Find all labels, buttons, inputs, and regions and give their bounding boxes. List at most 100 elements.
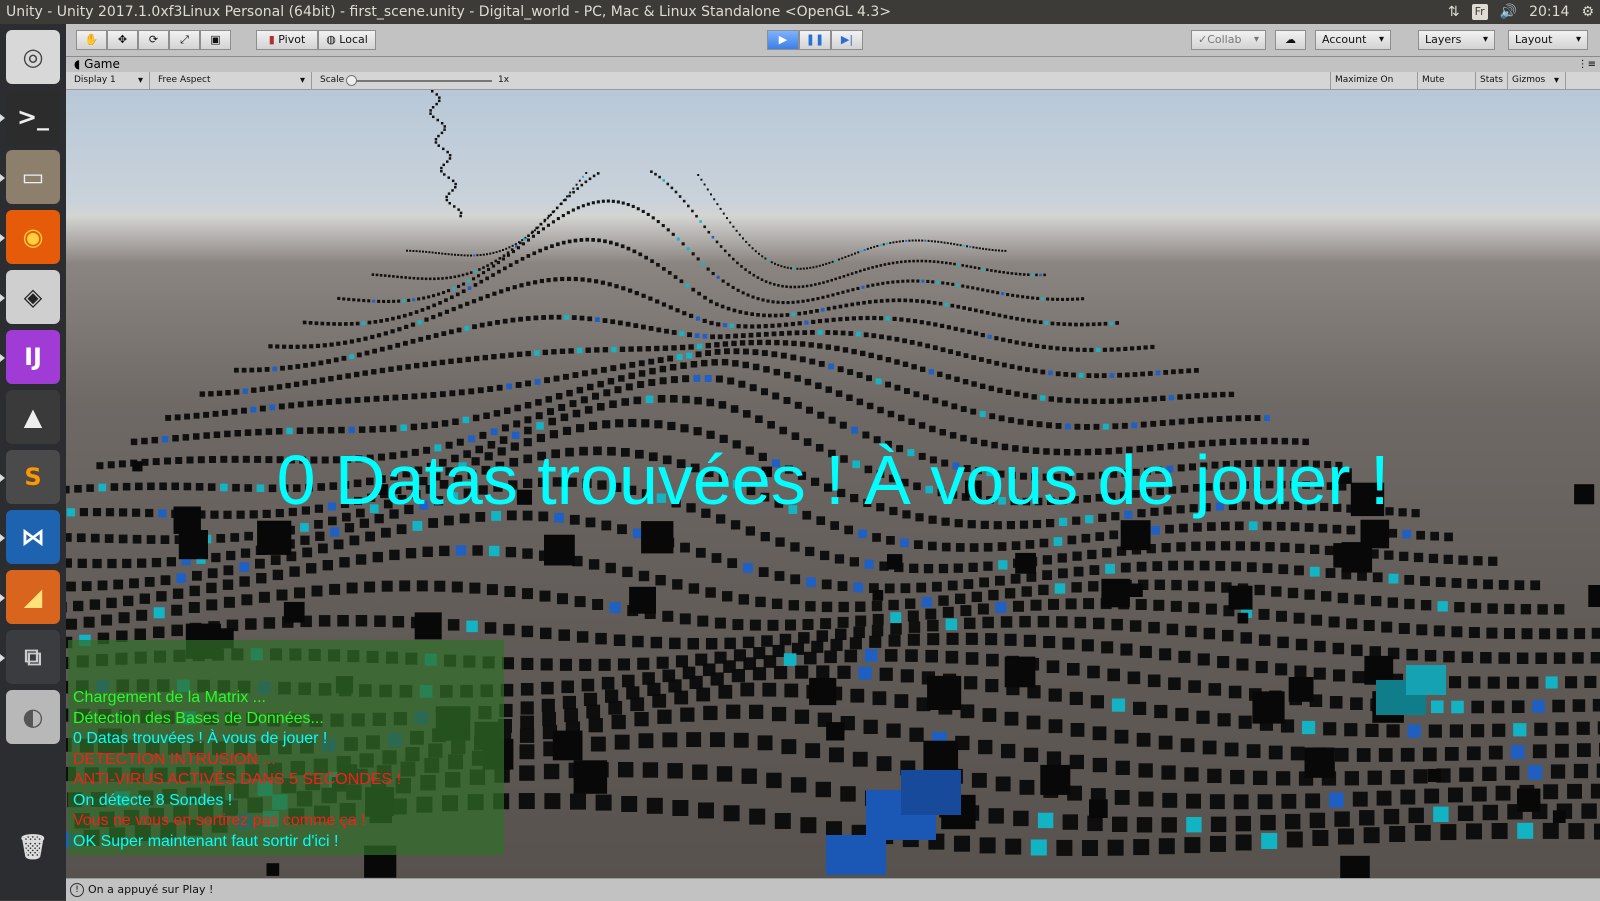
layers-dropdown[interactable]: Layers xyxy=(1418,30,1495,50)
mute-audio-toggle[interactable]: Mute Audio xyxy=(1418,72,1476,102)
display-dropdown[interactable]: Display 1 xyxy=(70,72,150,89)
status-message[interactable]: On a appuyé sur Play ! xyxy=(88,883,213,896)
local-label: Local xyxy=(339,33,368,46)
game-controller-icon: ◖ xyxy=(74,57,81,71)
pause-icon: ❚❚ xyxy=(805,33,825,46)
step-button[interactable]: ▶| xyxy=(831,30,863,50)
files-icon[interactable]: ▭ xyxy=(0,150,60,204)
move-icon: ✥ xyxy=(117,33,128,46)
local-icon: ◍ xyxy=(326,33,340,46)
inkscape-icon-glyph: ▲ xyxy=(23,403,43,431)
step-icon: ▶| xyxy=(840,33,854,46)
console-line: On détecte 8 Sondes ! xyxy=(73,791,233,809)
game-viewport[interactable]: 0 Datas trouvées ! À vous de jouer ! Cha… xyxy=(66,90,1600,878)
running-indicator xyxy=(0,354,5,362)
matlab-icon[interactable]: ◢ xyxy=(0,570,60,624)
clock[interactable]: 20:14 xyxy=(1529,0,1569,24)
running-indicator xyxy=(0,534,5,542)
rect-tool-button[interactable]: ▣ xyxy=(200,30,231,50)
scale-label: Scale xyxy=(320,75,345,85)
move-tool-button[interactable]: ✥ xyxy=(107,30,138,50)
terminal-icon-glyph: >_ xyxy=(16,103,50,131)
scale-control: Scale 1x xyxy=(316,72,516,89)
intellij-icon[interactable]: IJ xyxy=(0,330,60,384)
hand-tool-button[interactable]: ✋ xyxy=(76,30,107,50)
account-dropdown[interactable]: Account xyxy=(1315,30,1391,50)
running-indicator xyxy=(0,294,5,302)
scale-tool-button[interactable]: ⤢ xyxy=(169,30,200,50)
console-line: 0 Datas trouvées ! À vous de jouer ! xyxy=(73,730,328,747)
stats-toggle[interactable]: Stats xyxy=(1476,72,1508,89)
ubuntu-dash-icon[interactable]: ◎ xyxy=(6,30,60,84)
files-icon-glyph: ▭ xyxy=(21,163,45,191)
pivot-toggle[interactable]: ▮ Pivot xyxy=(256,30,318,50)
layout-dropdown[interactable]: Layout xyxy=(1508,30,1588,50)
gizmos-label: Gizmos xyxy=(1512,75,1546,85)
trash-icon[interactable]: 🗑 xyxy=(6,820,60,874)
collab-dropdown[interactable]: ✓Collab xyxy=(1191,30,1266,50)
console-line: Détection des Bases de Données... xyxy=(73,709,324,727)
terminal-icon[interactable]: >_ xyxy=(0,90,60,144)
unity-icon[interactable]: ◈ xyxy=(0,270,60,324)
firefox-icon-glyph: ◉ xyxy=(22,223,44,251)
scale-icon: ⤢ xyxy=(180,33,189,46)
game-view-bar: Display 1 Free Aspect Scale 1x Maximize … xyxy=(66,72,1600,102)
pause-button[interactable]: ❚❚ xyxy=(799,30,831,50)
settings-gear-icon[interactable]: ⚙ xyxy=(1581,0,1594,24)
gizmos-dropdown[interactable]: Gizmos xyxy=(1508,72,1566,89)
display-label: Display 1 xyxy=(74,75,116,85)
system-top-bar: Unity - Unity 2017.1.0xf3Linux Personal … xyxy=(0,0,1600,24)
running-indicator xyxy=(0,594,5,602)
rotate-tool-button[interactable]: ⟳ xyxy=(138,30,169,50)
disk-icon-glyph: ◐ xyxy=(22,703,44,731)
game-tab[interactable]: ◖ Game xyxy=(74,57,120,72)
inkscape-icon[interactable]: ▲ xyxy=(6,390,60,444)
disk-icon[interactable]: ◐ xyxy=(6,690,60,744)
running-indicator xyxy=(0,114,5,122)
network-icon[interactable]: ⇅ xyxy=(1448,0,1460,24)
firefox-icon[interactable]: ◉ xyxy=(0,210,60,264)
account-label: Account xyxy=(1322,33,1367,46)
window-title: Unity - Unity 2017.1.0xf3Linux Personal … xyxy=(6,4,892,20)
volume-icon[interactable]: 🔊 xyxy=(1500,0,1517,24)
sublime-text-icon[interactable]: S xyxy=(0,450,60,504)
ubuntu-dash-icon-glyph: ◎ xyxy=(22,43,44,71)
play-icon: ▶ xyxy=(778,33,788,46)
console-line: DETECTION INTRUSION ... xyxy=(73,750,276,768)
play-button[interactable]: ▶ xyxy=(767,30,799,50)
workspace-switcher-icon[interactable]: ⧉ xyxy=(0,630,60,684)
pivot-icon: ▮ xyxy=(268,33,279,46)
info-icon: ! xyxy=(70,883,84,897)
maximize-on-play-toggle[interactable]: Maximize On Play xyxy=(1330,72,1418,102)
scale-slider[interactable] xyxy=(348,80,492,82)
layout-label: Layout xyxy=(1515,33,1553,46)
check-icon: ✓ xyxy=(1198,33,1208,46)
aspect-dropdown[interactable]: Free Aspect xyxy=(154,72,312,89)
rotate-icon: ⟳ xyxy=(148,33,159,46)
keyboard-layout-indicator[interactable]: Fr xyxy=(1471,4,1488,20)
running-indicator xyxy=(0,474,5,482)
layers-label: Layers xyxy=(1425,33,1462,46)
status-bar: ! On a appuyé sur Play ! xyxy=(66,878,1600,901)
aspect-label: Free Aspect xyxy=(158,75,211,85)
scale-value: 1x xyxy=(498,75,510,85)
game-tab-strip: ◖ Game ⋮≡ xyxy=(66,57,1600,72)
game-tab-label: Game xyxy=(84,57,120,71)
console-line: ANTI-VIRUS ACTIVÉS DANS 5 SECONDES ! xyxy=(73,771,402,788)
local-toggle[interactable]: ◍ Local xyxy=(318,30,376,50)
intellij-icon-glyph: IJ xyxy=(24,343,42,371)
cloud-button[interactable]: ☁ xyxy=(1275,30,1306,50)
pivot-label: Pivot xyxy=(278,33,306,46)
stats-label: Stats xyxy=(1480,75,1503,85)
running-indicator xyxy=(0,234,5,242)
running-indicator xyxy=(0,654,5,662)
console-line: Vous ne vous en sortirez pas comme ça ! xyxy=(73,812,366,829)
hand-icon: ✋ xyxy=(84,33,99,46)
cloud-icon: ☁ xyxy=(1285,33,1296,46)
collab-label: Collab xyxy=(1207,33,1242,46)
big-message: 0 Datas trouvées ! À vous de jouer ! xyxy=(276,441,1390,519)
tab-menu-icon[interactable]: ⋮≡ xyxy=(1578,57,1596,72)
scale-slider-handle[interactable] xyxy=(346,75,357,86)
vscode-icon[interactable]: ⋈ xyxy=(0,510,60,564)
sublime-text-icon-glyph: S xyxy=(24,463,42,491)
